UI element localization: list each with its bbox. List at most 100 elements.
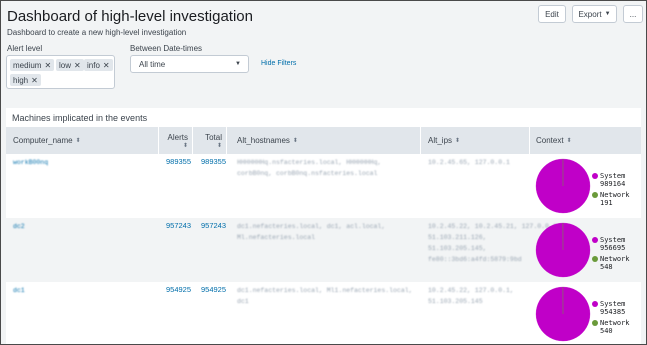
alerts-cell[interactable]: 954925 <box>166 285 191 294</box>
sort-icon: ⬍ <box>182 142 188 149</box>
page-subtitle: Dashboard to create a new high-level inv… <box>7 28 187 37</box>
legend-network-value: 191 <box>600 199 613 207</box>
legend-network: Network 548 <box>592 255 630 271</box>
computer-name-cell[interactable]: dc2 <box>13 221 25 232</box>
total-cell[interactable]: 989355 <box>201 157 226 166</box>
tag-high[interactable]: high ✕ <box>10 74 41 86</box>
tag-label: low <box>59 60 72 70</box>
alert-level-label: Alert level <box>7 44 43 53</box>
column-label: Alt_ips <box>428 136 453 145</box>
hide-filters-link[interactable]: Hide Filters <box>261 60 296 67</box>
tag-label: info <box>87 60 100 70</box>
table-row: dc2 957243 957243 dc1.nefacteries.local,… <box>6 218 641 282</box>
computer-name-cell[interactable]: dc1 <box>13 285 25 296</box>
system-dot-icon <box>592 237 598 243</box>
column-label: Computer_name <box>13 136 73 145</box>
tag-label: high <box>13 75 29 85</box>
legend-system: System 989164 <box>592 172 625 188</box>
column-header-total[interactable]: Total ⬍ <box>193 127 227 154</box>
table-row: workB00nq 989355 989355 HHHHHHHq.nsfacte… <box>6 154 641 218</box>
alt-ips-cell[interactable]: 10.2.45.22, 127.0.0.1, 51.103.205.145 <box>428 285 514 307</box>
legend-system: System 956695 <box>592 236 625 252</box>
edit-button[interactable]: Edit <box>538 5 566 23</box>
legend-network-value: 540 <box>600 327 613 335</box>
tag-low[interactable]: low ✕ <box>56 59 84 71</box>
context-pie-chart <box>535 222 591 278</box>
caret-down-icon: ▼ <box>604 11 611 17</box>
sort-icon: ⬍ <box>566 138 572 144</box>
tag-medium[interactable]: medium ✕ <box>10 59 55 71</box>
legend-network-label: Network <box>600 191 630 199</box>
column-header-alt-ips[interactable]: Alt_ips ⬍ <box>421 127 530 154</box>
alerts-cell[interactable]: 989355 <box>166 157 191 166</box>
legend-system-value: 989164 <box>600 180 626 188</box>
context-pie-chart <box>535 286 591 342</box>
legend-system-label: System <box>600 172 626 180</box>
close-icon[interactable]: ✕ <box>44 61 51 70</box>
more-button[interactable]: ... <box>623 5 643 23</box>
ip-line: 10.2.45.22, 127.0.0.1, <box>428 287 514 294</box>
hostname-line: dc1.nefacteries.local, Ml1.nefacteries.l… <box>237 287 413 294</box>
more-label: ... <box>629 9 637 19</box>
tag-info[interactable]: info ✕ <box>84 59 113 71</box>
alert-level-multiselect[interactable]: medium ✕ low ✕ info ✕ high ✕ <box>6 55 115 89</box>
column-header-context[interactable]: Context ⬍ <box>530 127 641 154</box>
hostname-line: Ml.nefacteries.local <box>237 234 316 241</box>
column-label: Context <box>536 136 564 145</box>
legend-network-value: 548 <box>600 263 613 271</box>
legend-network: Network 540 <box>592 319 630 335</box>
hostname-line: corbB0nq, corbB0nq.nsfacteries.local <box>237 170 378 177</box>
column-label: Alerts <box>167 132 188 142</box>
legend-system-value: 956695 <box>600 244 626 252</box>
machines-panel: Machines implicated in the events Comput… <box>6 108 641 344</box>
system-dot-icon <box>592 301 598 307</box>
total-cell[interactable]: 954925 <box>201 285 226 294</box>
network-dot-icon <box>592 256 598 262</box>
sort-icon: ⬍ <box>75 138 81 144</box>
sort-icon: ⬍ <box>455 138 461 144</box>
table-header: Computer_name ⬍ Alerts ⬍ Total ⬍ Alt_hostna… <box>6 127 641 154</box>
caret-down-icon: ▼ <box>235 61 241 67</box>
export-button[interactable]: Export ▼ <box>572 5 617 23</box>
column-label: Alt_hostnames <box>237 136 290 145</box>
close-icon[interactable]: ✕ <box>74 61 81 70</box>
column-label: Total <box>205 132 222 142</box>
alt-hostnames-cell[interactable]: dc1.nefacteries.local, Ml1.nefacteries.l… <box>237 285 413 307</box>
sort-icon: ⬍ <box>216 142 222 149</box>
network-dot-icon <box>592 320 598 326</box>
sort-icon: ⬍ <box>292 138 298 144</box>
total-cell[interactable]: 957243 <box>201 221 226 230</box>
alt-ips-cell[interactable]: 10.2.45.65, 127.0.0.1 <box>428 157 510 168</box>
close-icon[interactable]: ✕ <box>31 76 38 85</box>
legend-network: Network 191 <box>592 191 630 207</box>
column-header-computer-name[interactable]: Computer_name ⬍ <box>6 127 159 154</box>
export-label: Export <box>578 9 602 19</box>
system-dot-icon <box>592 173 598 179</box>
table-row: dc1 954925 954925 dc1.nefacteries.local,… <box>6 282 641 344</box>
alt-hostnames-cell[interactable]: dc1.nefacteries.local, dc1, acl.local, M… <box>237 221 385 243</box>
legend-system-label: System <box>600 236 626 244</box>
alt-hostnames-cell[interactable]: HHHHHHHq.nsfacteries.local, HHHHHHHq, co… <box>237 157 381 179</box>
legend-network-label: Network <box>600 255 630 263</box>
network-dot-icon <box>592 192 598 198</box>
edit-label: Edit <box>545 9 559 19</box>
hostname-line: dc1 <box>237 298 249 305</box>
column-header-alerts[interactable]: Alerts ⬍ <box>159 127 193 154</box>
date-range-value: All time <box>139 59 166 69</box>
hostname-line: HHHHHHHq.nsfacteries.local, HHHHHHHq, <box>237 159 382 166</box>
computer-name-cell[interactable]: workB00nq <box>13 157 48 168</box>
ip-line: 10.2.45.65, 127.0.0.1 <box>428 159 510 166</box>
date-range-dropdown[interactable]: All time ▼ <box>130 55 249 73</box>
context-pie-chart <box>535 158 591 214</box>
column-header-alt-hostnames[interactable]: Alt_hostnames ⬍ <box>227 127 421 154</box>
hostname-line: dc1.nefacteries.local, dc1, acl.local, <box>237 223 386 230</box>
close-icon[interactable]: ✕ <box>103 61 110 70</box>
alerts-cell[interactable]: 957243 <box>166 221 191 230</box>
ip-line: 51.103.205.145 <box>428 298 483 305</box>
tag-label: medium <box>13 60 42 70</box>
date-range-label: Between Date-times <box>130 44 203 53</box>
legend-system-value: 954385 <box>600 308 626 316</box>
legend-system: System 954385 <box>592 300 625 316</box>
panel-title: Machines implicated in the events <box>12 113 148 123</box>
page-title: Dashboard of high-level investigation <box>7 8 253 25</box>
